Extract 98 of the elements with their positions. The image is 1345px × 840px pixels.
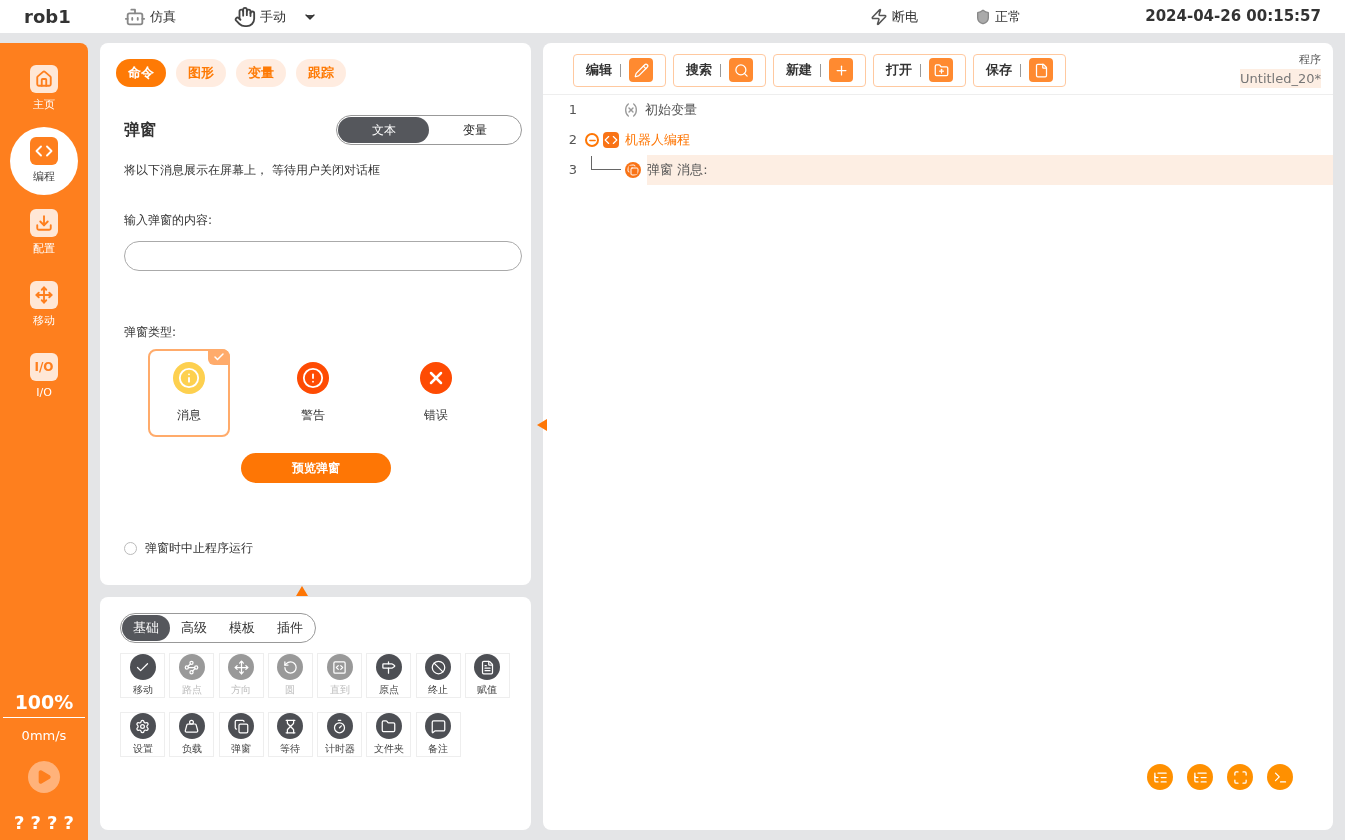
check-icon bbox=[207, 349, 230, 365]
palette-command[interactable]: 等待 bbox=[267, 712, 313, 757]
variable-icon bbox=[623, 102, 639, 118]
palette-command[interactable]: 赋值 bbox=[464, 653, 510, 698]
fullscreen-icon[interactable] bbox=[1227, 764, 1253, 790]
description-text: 将以下消息展示在屏幕上， 等待用户关闭对话框 bbox=[124, 162, 381, 179]
help-mark: ? bbox=[47, 811, 58, 835]
line-text: 初始变量 bbox=[645, 101, 698, 120]
palette-tab[interactable]: 插件 bbox=[266, 615, 314, 641]
palette-command[interactable]: 备注 bbox=[415, 712, 461, 757]
toggle-option[interactable]: 变量 bbox=[429, 117, 520, 143]
code-icon bbox=[603, 132, 619, 148]
folder-plus-icon bbox=[929, 58, 953, 82]
copy-icon bbox=[625, 162, 641, 178]
palette-command[interactable]: 负载 bbox=[169, 712, 215, 757]
velocity-reading: 0mm/s bbox=[21, 726, 67, 745]
radio-button[interactable] bbox=[124, 541, 137, 555]
program-name: Untitled_20* bbox=[1240, 68, 1321, 88]
io-badge-text: I/O bbox=[34, 358, 54, 376]
tree-connector bbox=[591, 156, 621, 170]
home-icon bbox=[35, 69, 53, 88]
toggle-option[interactable]: 文本 bbox=[338, 117, 429, 143]
palette-command[interactable]: 文件夹 bbox=[366, 712, 412, 757]
play-icon bbox=[36, 769, 52, 785]
stop-option-label: 弹窗时中止程序运行 bbox=[145, 540, 253, 557]
collapse-triangle-icon bbox=[296, 586, 308, 596]
palette-tab[interactable]: 模板 bbox=[218, 615, 266, 641]
timer-icon bbox=[326, 713, 353, 739]
line-number: 1 bbox=[567, 101, 578, 120]
download-icon bbox=[35, 213, 53, 232]
file-icon bbox=[1029, 58, 1053, 82]
info-icon bbox=[172, 362, 205, 394]
line-text: 机器人编程 bbox=[625, 131, 691, 150]
comment-icon bbox=[425, 713, 451, 739]
plus-icon bbox=[829, 58, 853, 82]
speed-percent: 100% bbox=[2, 688, 86, 718]
play-button[interactable] bbox=[28, 761, 60, 793]
ban-icon bbox=[425, 654, 451, 680]
robot-name: rob1 bbox=[24, 5, 72, 29]
collapse-toggle-icon[interactable] bbox=[585, 133, 599, 147]
toolbar-button[interactable]: 打开 bbox=[873, 53, 966, 87]
toolbar-button[interactable]: 编辑 bbox=[573, 53, 666, 87]
search-icon bbox=[729, 58, 753, 82]
program-line[interactable]: 2 机器人编程 bbox=[543, 125, 1333, 155]
collapse-tree-icon[interactable] bbox=[1187, 764, 1213, 790]
popup-type-option[interactable]: 警告 bbox=[271, 349, 354, 437]
system-status: 正常 bbox=[995, 7, 1022, 26]
pencil-icon bbox=[629, 58, 653, 82]
toolbar-button[interactable]: 搜索 bbox=[673, 53, 766, 87]
shield-icon bbox=[975, 8, 992, 25]
toolbar-button[interactable]: 新建 bbox=[773, 53, 866, 87]
palette-tab[interactable]: 高级 bbox=[170, 615, 218, 641]
sidebar-item[interactable]: 编程 bbox=[10, 127, 78, 195]
line-number: 2 bbox=[567, 131, 578, 150]
palette-command[interactable]: 设置 bbox=[120, 712, 165, 757]
expand-tree-icon[interactable] bbox=[1147, 764, 1173, 790]
palette-command[interactable]: 原点 bbox=[366, 653, 412, 698]
popup-type-option[interactable]: 错误 bbox=[395, 349, 477, 437]
palette-tab[interactable]: 基础 bbox=[122, 615, 170, 641]
check-icon bbox=[129, 654, 156, 680]
document-icon bbox=[474, 654, 501, 680]
rotate-icon bbox=[277, 654, 304, 680]
popup-type-option[interactable]: 消息 bbox=[148, 349, 230, 437]
palette-command[interactable]: 移动 bbox=[120, 653, 165, 698]
waypoints-icon bbox=[178, 654, 205, 680]
expand-triangle-icon bbox=[537, 419, 547, 431]
content-label: 输入弹窗的内容: bbox=[124, 212, 214, 229]
error-icon bbox=[420, 362, 453, 394]
toolbar-button[interactable]: 保存 bbox=[973, 53, 1066, 87]
copy-icon bbox=[228, 713, 254, 739]
sim-mode-label: 仿真 bbox=[150, 7, 176, 26]
code-square-icon bbox=[326, 654, 353, 680]
help-mark: ? bbox=[63, 811, 74, 835]
line-text: 弹窗 消息: bbox=[647, 155, 1333, 185]
warning-icon bbox=[296, 362, 329, 394]
move-arrows-icon bbox=[228, 654, 254, 680]
power-status: 断电 bbox=[892, 7, 919, 26]
content-input-field[interactable] bbox=[124, 241, 522, 271]
type-label: 弹窗类型: bbox=[124, 324, 178, 341]
folder-icon bbox=[375, 713, 402, 739]
panel-title: 弹窗 bbox=[124, 119, 157, 141]
control-mode-dropdown[interactable]: 手动 bbox=[234, 5, 318, 28]
help-mark: ? bbox=[14, 811, 25, 835]
palette-command[interactable]: 终止 bbox=[415, 653, 461, 698]
program-line[interactable]: 3 弹窗 消息: bbox=[543, 155, 1333, 185]
palette-command[interactable]: 计时器 bbox=[317, 712, 362, 757]
program-line[interactable]: 1 初始变量 bbox=[543, 95, 1333, 125]
weight-icon bbox=[178, 713, 205, 739]
line-number: 3 bbox=[567, 161, 578, 180]
move-arrows-icon bbox=[35, 285, 53, 304]
palette-command[interactable]: 弹窗 bbox=[218, 712, 264, 757]
hand-icon bbox=[234, 5, 256, 28]
datetime: 2024-04-26 00:15:57 bbox=[1145, 6, 1321, 28]
program-label: 程序 bbox=[1299, 52, 1321, 68]
hourglass-icon bbox=[277, 713, 304, 739]
terminal-icon[interactable] bbox=[1267, 764, 1293, 790]
help-mark: ? bbox=[30, 811, 41, 835]
settings-icon bbox=[129, 713, 156, 739]
